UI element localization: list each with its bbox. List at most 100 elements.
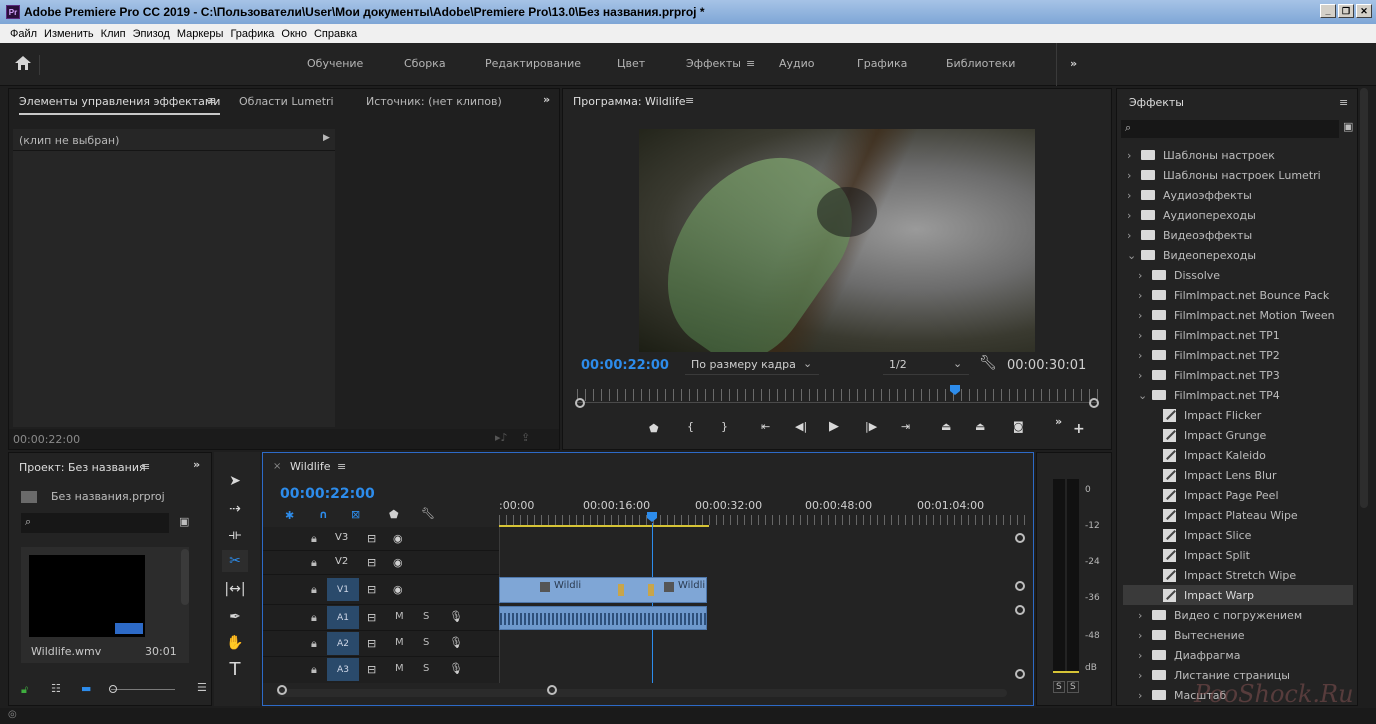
menu-markers[interactable]: Маркеры [177,28,224,40]
track-label-a1[interactable]: A1 [327,606,359,629]
lock-icon[interactable]: 🔓︎ [21,683,28,697]
new-bin-icon[interactable]: ▣ [1343,120,1353,133]
sync-lock-icon[interactable]: ⊟ [367,663,376,676]
ripple-edit-tool-icon[interactable]: ⟛ [222,524,248,546]
more-tabs-icon[interactable]: » [543,93,550,106]
effect-folder[interactable]: › Dissolve [1123,265,1353,285]
project-search-input[interactable]: ⌕ [21,513,169,533]
selection-tool-icon[interactable]: ➤ [222,470,248,492]
track-label-v3[interactable]: V3 [335,532,348,543]
menu-graphics[interactable]: Графика [230,28,274,40]
lock-icon[interactable]: 🔒︎ [311,532,317,546]
effect-item[interactable]: Impact Slice [1123,525,1353,545]
solo-left-button[interactable]: S [1053,681,1065,693]
effect-item[interactable]: Impact Stretch Wipe [1123,565,1353,585]
lock-icon[interactable]: 🔒︎ [311,556,317,570]
microphone-icon[interactable]: 🎙︎ [449,662,463,675]
vertical-scroll-handle[interactable] [1015,605,1025,615]
tab-source[interactable]: Источник: (нет клипов) [366,95,502,108]
effect-folder[interactable]: › FilmImpact.net TP1 [1123,325,1353,345]
effect-item[interactable]: Impact Kaleido [1123,445,1353,465]
chevron-right-icon[interactable]: › [1138,629,1152,642]
sync-lock-icon[interactable]: ⊟ [367,637,376,650]
chevron-right-icon[interactable]: › [1127,149,1141,162]
effect-folder[interactable]: › FilmImpact.net TP3 [1123,365,1353,385]
zoom-slider[interactable] [111,689,175,690]
effect-folder[interactable]: ⌄ Видеопереходы [1123,245,1353,265]
list-view-icon[interactable]: ☷ [51,682,61,695]
zoom-handle-left[interactable] [575,398,585,408]
zoom-handle-right[interactable] [1089,398,1099,408]
close-tab-icon[interactable]: × [273,461,281,472]
lock-icon[interactable]: 🔒︎ [311,663,317,677]
zoom-scrollbar[interactable] [577,402,1097,403]
workspace-color[interactable]: Цвет [617,57,645,70]
fit-dropdown[interactable]: По размеру кадра ⌄ [685,355,819,375]
effects-scrollbar[interactable] [1360,88,1368,508]
timeline-ruler[interactable] [499,515,1029,525]
effect-folder[interactable]: › Видеоэффекты [1123,225,1353,245]
play-right-icon[interactable]: ▶ [323,133,330,143]
program-time-ruler[interactable] [577,389,1099,401]
chevron-right-icon[interactable]: › [1138,289,1152,302]
effect-folder[interactable]: › Аудиопереходы [1123,205,1353,225]
add-marker-icon[interactable]: ⬟ [389,508,399,521]
track-label-v1[interactable]: V1 [327,578,359,601]
chevron-right-icon[interactable]: › [1138,609,1152,622]
sync-lock-icon[interactable]: ⊟ [367,556,376,569]
effect-folder[interactable]: › Видео с погружением [1123,605,1353,625]
timeline-tab[interactable]: Wildlife [290,460,330,473]
minimize-button[interactable]: _ [1320,4,1336,18]
eye-icon[interactable]: ◉ [393,532,403,545]
effect-item[interactable]: Impact Plateau Wipe [1123,505,1353,525]
effect-folder[interactable]: › FilmImpact.net Bounce Pack [1123,285,1353,305]
sync-lock-icon[interactable]: ⊟ [367,611,376,624]
tab-effect-controls[interactable]: Элементы управления эффектами [19,95,221,115]
workspace-effects[interactable]: Эффекты [686,57,741,70]
restore-button[interactable]: ❐ [1338,4,1354,18]
menu-sequence[interactable]: Эпизод [133,28,170,40]
chevron-right-icon[interactable]: › [1127,209,1141,222]
menu-window[interactable]: Окно [281,28,307,40]
effect-item[interactable]: Impact Grunge [1123,425,1353,445]
resolution-dropdown[interactable]: 1/2 ⌄ [883,355,969,375]
eye-icon[interactable]: ◉ [393,556,403,569]
microphone-icon[interactable]: 🎙︎ [449,610,463,623]
timeline-timecode[interactable]: 00:00:22:00 [280,486,375,502]
mute-button[interactable]: M [395,663,404,674]
solo-button[interactable]: S [423,611,429,622]
track-select-tool-icon[interactable]: ⇢ [222,498,248,520]
effect-folder[interactable]: › FilmImpact.net TP2 [1123,345,1353,365]
chevron-right-icon[interactable]: › [1138,669,1152,682]
clip-thumbnail-card[interactable]: Wildlife.wmv 30:01 [21,547,189,663]
go-to-out-icon[interactable]: ⇥ [901,420,910,433]
razor-tool-icon[interactable]: ✂ [222,550,248,572]
chevron-right-icon[interactable]: › [1138,369,1152,382]
close-button[interactable]: ✕ [1356,4,1372,18]
workspace-menu-icon[interactable]: ≡ [746,57,755,70]
vertical-scroll-handle[interactable] [1015,669,1025,679]
new-bin-from-search-icon[interactable]: ▣ [179,515,189,528]
add-marker-icon[interactable]: ⬟ [649,422,659,435]
effect-folder[interactable]: › Шаблоны настроек Lumetri [1123,165,1353,185]
linked-selection-icon[interactable]: ⊠ [351,508,360,521]
workspace-libraries[interactable]: Библиотеки [946,57,1015,70]
solo-button[interactable]: S [423,637,429,648]
transition-marker[interactable] [618,584,624,596]
workspace-graphics[interactable]: Графика [857,57,907,70]
home-button[interactable] [14,55,40,75]
menu-help[interactable]: Справка [314,28,357,40]
workspace-audio[interactable]: Аудио [779,57,815,70]
tab-lumetri-scopes[interactable]: Области Lumetri [239,95,334,108]
program-current-timecode[interactable]: 00:00:22:00 [581,358,669,373]
panel-menu-icon[interactable]: ≡ [141,460,150,473]
video-clip-v1[interactable]: Wildli Wildli [499,577,707,603]
camera-icon[interactable]: ◙ [1013,420,1024,433]
effect-item[interactable]: Impact Lens Blur [1123,465,1353,485]
vertical-scroll-handle[interactable] [1015,581,1025,591]
menu-edit[interactable]: Изменить [44,28,94,40]
more-buttons-icon[interactable]: » [1055,415,1062,428]
chevron-down-icon[interactable]: ⌄ [1138,389,1152,402]
lock-icon[interactable]: 🔒︎ [311,583,317,597]
effect-item[interactable]: Impact Flicker [1123,405,1353,425]
